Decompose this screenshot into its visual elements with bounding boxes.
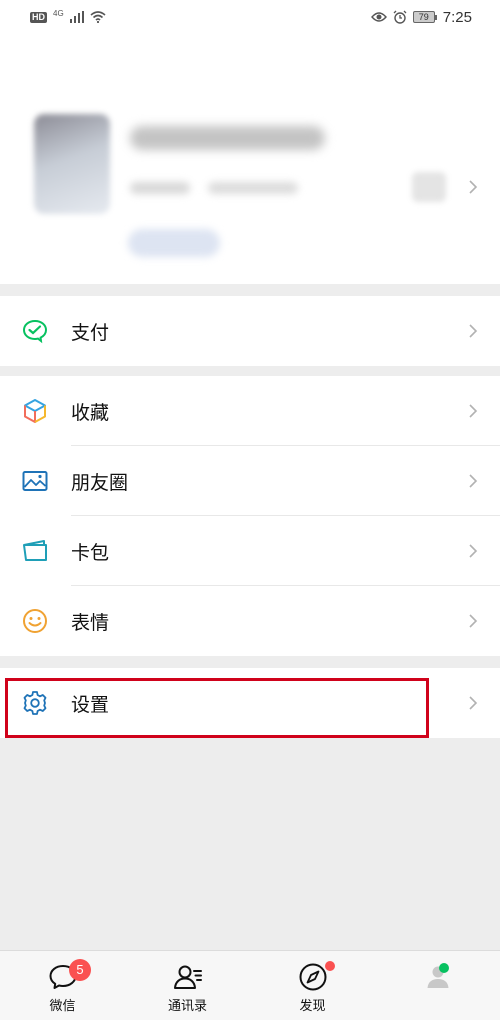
tab-me[interactable] [375, 951, 500, 1020]
menu-item-stickers[interactable]: 表情 [0, 586, 500, 656]
signal-icon [69, 11, 84, 23]
menu-label-favorites: 收藏 [71, 401, 110, 424]
menu-label-pay: 支付 [71, 321, 110, 344]
battery-level: 79 [412, 11, 435, 23]
tab-contacts[interactable]: 通讯录 [125, 951, 250, 1020]
menu-label-settings: 设置 [71, 693, 110, 716]
menu-group-pay: 支付 [0, 296, 500, 366]
tab-discover[interactable]: 发现 [250, 951, 375, 1020]
chevron-right-icon [469, 324, 478, 338]
menu-group-main: 收藏 朋友圈 卡包 表情 [0, 376, 500, 656]
tab-label-contacts: 通讯录 [167, 999, 207, 1014]
chevron-right-icon [469, 696, 478, 710]
gear-icon [23, 691, 47, 715]
status-bar: HD 4G 79 7:25 [0, 0, 500, 34]
chevron-right-icon [469, 404, 478, 418]
battery-icon: 79 [412, 11, 437, 23]
menu-label-moments: 朋友圈 [71, 471, 129, 494]
menu-item-favorites[interactable]: 收藏 [0, 376, 500, 446]
blurred-id-label [130, 182, 190, 194]
cube-icon [24, 399, 46, 423]
image-icon [22, 471, 48, 491]
alarm-icon [393, 10, 407, 24]
bottom-tab-bar: 5 微信 通讯录 发现 [0, 950, 500, 1020]
menu-item-moments[interactable]: 朋友圈 [0, 446, 500, 516]
avatar[interactable] [34, 114, 110, 214]
chevron-right-icon [469, 614, 478, 628]
menu-item-settings[interactable]: 设置 [0, 668, 500, 738]
card-wallet-icon [23, 540, 47, 561]
eye-icon [370, 12, 387, 22]
clock: 7:25 [442, 8, 472, 26]
menu-label-cards: 卡包 [71, 541, 110, 564]
me-status-dot [439, 963, 449, 973]
chevron-right-icon [469, 180, 478, 194]
tab-label-chats: 微信 [49, 999, 76, 1014]
unread-badge: 5 [69, 959, 91, 981]
blurred-id-value [208, 182, 298, 194]
hd-badge: HD [30, 11, 47, 23]
contacts-icon [173, 965, 202, 989]
tab-chats[interactable]: 5 微信 [0, 951, 125, 1020]
menu-label-stickers: 表情 [71, 611, 110, 634]
tab-label-discover: 发现 [299, 999, 326, 1014]
network-type: 4G [53, 8, 64, 18]
qr-code-icon[interactable] [412, 172, 446, 202]
menu-item-cards[interactable]: 卡包 [0, 516, 500, 586]
pay-icon [22, 319, 48, 344]
smiley-icon [23, 609, 47, 633]
menu-group-settings: 设置 [0, 668, 500, 738]
blurred-nickname [130, 126, 325, 150]
chevron-right-icon [469, 474, 478, 488]
compass-icon [299, 963, 326, 991]
new-moments-dot [325, 961, 335, 971]
menu-item-pay[interactable]: 支付 [0, 296, 500, 366]
wifi-icon [90, 11, 106, 23]
profile-header[interactable] [0, 34, 500, 284]
chevron-right-icon [469, 544, 478, 558]
blurred-status-button[interactable] [128, 229, 220, 257]
